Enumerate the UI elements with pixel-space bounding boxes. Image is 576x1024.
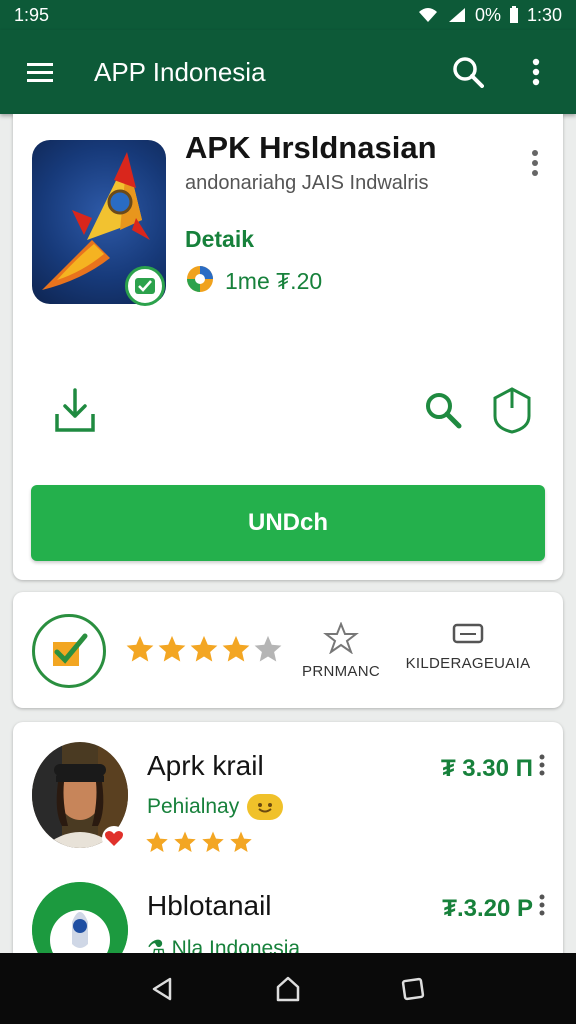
wifi-icon bbox=[417, 6, 439, 24]
app-time-row: 1me ₮.20 bbox=[185, 264, 322, 299]
app-list-card: Aprk krail Pehialnay ₮ 3.30 Π Hblotanail… bbox=[13, 722, 563, 982]
list-item-price: ₮.3.20 P bbox=[442, 894, 533, 922]
star-filled-icon bbox=[157, 634, 187, 669]
app-bar: APP Indonesia bbox=[0, 30, 576, 114]
app-title: APK Hrsldnasian bbox=[185, 130, 437, 165]
search-action-icon[interactable] bbox=[423, 390, 463, 435]
app-time-label: 1me ₮.20 bbox=[225, 268, 323, 294]
star-filled-icon bbox=[173, 830, 197, 859]
star-filled-icon bbox=[189, 634, 219, 669]
list-item-subtitle-row: Pehialnay bbox=[147, 794, 284, 820]
list-item-title: Aprk krail bbox=[147, 750, 264, 781]
rating-stars bbox=[125, 634, 283, 669]
list-item-price: ₮ 3.30 Π bbox=[440, 754, 533, 782]
list-more-icon[interactable] bbox=[539, 894, 545, 923]
list-item-price-row: ₮.3.20 P bbox=[442, 894, 545, 923]
back-icon[interactable] bbox=[139, 965, 187, 1013]
list-item-subtitle: Pehialnay bbox=[147, 795, 240, 818]
more-vert-icon[interactable] bbox=[516, 52, 556, 92]
star-filled-icon bbox=[125, 634, 155, 669]
star-outline-icon bbox=[323, 621, 359, 658]
signal-icon bbox=[447, 6, 467, 24]
status-time-left: 1:95 bbox=[14, 4, 50, 25]
search-icon[interactable] bbox=[448, 52, 488, 92]
battery-icon bbox=[509, 6, 519, 24]
card-more-icon[interactable] bbox=[531, 150, 541, 181]
star-filled-icon bbox=[229, 830, 253, 859]
status-bar: 1:95 0% 1:30 bbox=[0, 0, 576, 30]
star-filled-icon bbox=[201, 830, 225, 859]
app-subtitle: andonariahg JAIS Indwalris bbox=[185, 172, 429, 194]
list-item[interactable]: Aprk krail Pehialnay ₮ 3.30 Π bbox=[13, 742, 563, 872]
rating-check-icon bbox=[32, 614, 106, 688]
stat-prominent[interactable]: PRNMANC bbox=[299, 621, 383, 680]
status-right: 0% 1:30 bbox=[417, 5, 562, 26]
system-nav-bar bbox=[0, 953, 576, 1024]
list-item-stars bbox=[145, 830, 253, 859]
star-filled-icon bbox=[145, 830, 169, 859]
verified-badge-icon bbox=[125, 266, 165, 306]
stat2-label: KILDERAGEUAIA bbox=[405, 655, 531, 672]
ticket-icon bbox=[452, 623, 484, 650]
stat1-label: PRNMANC bbox=[302, 663, 380, 680]
list-item-title: Hblotanail bbox=[147, 890, 272, 921]
list-item-price-row: ₮ 3.30 Π bbox=[441, 754, 545, 783]
list-more-icon[interactable] bbox=[539, 754, 545, 783]
star-filled-icon bbox=[221, 634, 251, 669]
battery-percent: 0% bbox=[474, 4, 501, 25]
stat-category[interactable]: KILDERAGEUAIA bbox=[403, 622, 533, 672]
install-button[interactable]: UNDch bbox=[31, 485, 545, 561]
shield-share-icon[interactable] bbox=[491, 386, 533, 439]
home-icon[interactable] bbox=[264, 965, 312, 1013]
clock-icon bbox=[185, 264, 215, 299]
detail-link[interactable]: Detaik bbox=[185, 226, 254, 253]
menu-icon[interactable] bbox=[20, 52, 60, 92]
heart-icon bbox=[101, 826, 127, 855]
app-detail-card: APK Hrsldnasian andonariahg JAIS Indwalr… bbox=[13, 114, 563, 580]
status-time-right: 1:30 bbox=[526, 4, 562, 25]
star-empty-icon bbox=[253, 634, 283, 669]
page-title: APP Indonesia bbox=[94, 56, 266, 87]
emoji-icon bbox=[247, 794, 284, 820]
recents-icon[interactable] bbox=[389, 965, 437, 1013]
rating-card: PRNMANC KILDERAGEUAIA bbox=[13, 592, 563, 708]
download-icon[interactable] bbox=[53, 386, 97, 439]
